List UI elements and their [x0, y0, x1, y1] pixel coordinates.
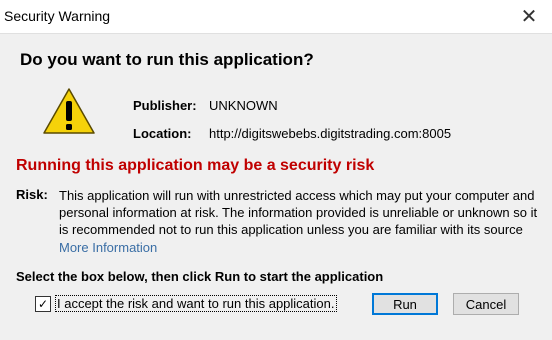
- risk-heading: Running this application may be a securi…: [16, 157, 375, 174]
- warning-triangle-icon: [43, 88, 95, 134]
- checkmark-icon: ✓: [37, 297, 49, 311]
- location-row: Location: http://digitswebebs.digitstradi…: [133, 126, 451, 141]
- instruction-text: Select the box below, then click Run to …: [16, 269, 384, 284]
- publisher-row: Publisher: UNKNOWN: [133, 98, 278, 113]
- publisher-label: Publisher:: [133, 98, 197, 113]
- publisher-value: UNKNOWN: [209, 98, 278, 113]
- window-title: Security Warning: [4, 8, 111, 24]
- title-bar: Security Warning ✕: [0, 0, 552, 34]
- dialog-body: Do you want to run this application? Pub…: [0, 34, 552, 340]
- run-button[interactable]: Run: [372, 293, 438, 315]
- dialog-question: Do you want to run this application?: [20, 50, 314, 69]
- location-value: http://digitswebebs.digitstrading.com:80…: [209, 126, 452, 141]
- location-label: Location:: [133, 126, 192, 141]
- risk-label: Risk:: [16, 187, 48, 202]
- accept-risk-label[interactable]: I accept the risk and want to run this a…: [55, 295, 337, 312]
- cancel-button[interactable]: Cancel: [453, 293, 519, 315]
- close-icon[interactable]: ✕: [506, 0, 552, 33]
- more-information-link[interactable]: More Information: [59, 240, 157, 255]
- accept-risk-checkbox[interactable]: ✓: [35, 296, 51, 312]
- risk-description: This application will run with unrestric…: [59, 188, 538, 237]
